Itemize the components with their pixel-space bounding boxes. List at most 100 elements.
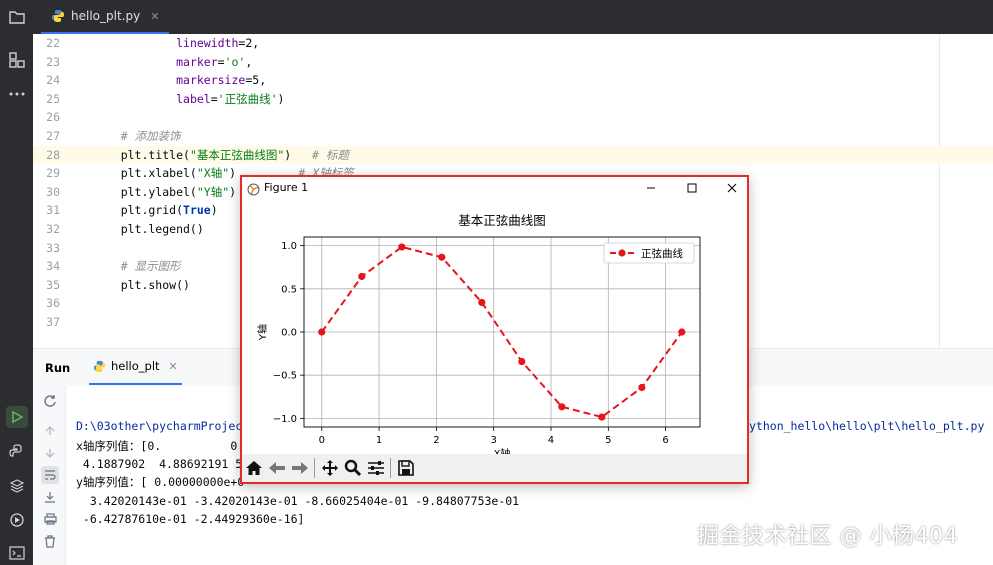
line-number: 33: [46, 240, 60, 255]
data-point: [678, 328, 686, 336]
editor-tab-hello-plt[interactable]: hello_plt.py ✕: [41, 0, 170, 34]
editor-tab-strip: hello_plt.py ✕: [33, 0, 993, 34]
watermark: 掘金技术社区 @ 小杨404: [697, 524, 958, 549]
toolbar-separator: [390, 458, 391, 478]
data-point: [438, 253, 446, 261]
legend-label: 正弦曲线: [641, 247, 683, 260]
chart-title: 基本正弦曲线图: [458, 213, 546, 228]
pan-icon[interactable]: [318, 456, 341, 480]
x-tick-label: 2: [433, 435, 439, 446]
minimize-button[interactable]: [637, 178, 665, 198]
console-line: y轴序列值：[ 0.00000000e+0: [76, 475, 245, 489]
close-icon[interactable]: ✕: [169, 360, 178, 373]
code-line: 23 marker='o',: [33, 53, 993, 71]
code-text: plt.title("基本正弦曲线图") # 标题: [93, 147, 349, 162]
code-line: 24 markersize=5,: [33, 71, 993, 89]
code-text: plt.grid(True): [93, 203, 218, 218]
code-text: plt.legend(): [93, 222, 204, 236]
data-point: [598, 413, 606, 421]
trash-icon[interactable]: [41, 532, 59, 550]
figure-title: Figure 1: [264, 181, 309, 194]
sine-chart: 0 1 2 3 4 5 6 1.0 0.5 0.0 −0.5 −1.0 基本正弦曲线图 X轴 Y轴 正弦曲线: [256, 213, 701, 460]
scroll-up-icon[interactable]: [41, 422, 59, 440]
layers-icon[interactable]: [7, 476, 27, 496]
y-tick-label: −0.5: [273, 371, 297, 382]
code-line: 26: [33, 108, 993, 126]
console-line: 4.1887902 4.88692191 5: [76, 457, 243, 471]
data-point: [478, 298, 486, 307]
structure-icon[interactable]: [7, 50, 27, 70]
zoom-icon[interactable]: [341, 456, 364, 480]
x-tick-label: 3: [491, 435, 497, 446]
home-icon[interactable]: [242, 456, 265, 480]
figure-window[interactable]: Figure 1 0 1 2 3 4 5 6 1.0 0.5 0.0 −0.5 −1.0 基本正弦曲线图…: [240, 175, 749, 484]
close-window-button[interactable]: [718, 178, 746, 198]
data-point: [358, 272, 366, 281]
line-number: 31: [46, 203, 60, 218]
x-tick-label: 5: [605, 435, 611, 446]
run-tool-icon[interactable]: [6, 406, 28, 428]
code-text: marker='o',: [176, 54, 253, 69]
console-line: -6.42787610e-01 -2.44929360e-16]: [76, 512, 305, 526]
line-number: 32: [46, 222, 60, 236]
line-number: 26: [46, 110, 60, 125]
toolbar-separator: [314, 458, 315, 478]
close-icon[interactable]: ✕: [150, 10, 159, 23]
line-number: 29: [46, 166, 60, 181]
x-axis-label: X轴: [494, 447, 511, 454]
line-number: 24: [46, 73, 60, 88]
y-tick-label: 0.0: [281, 328, 297, 339]
data-point: [398, 243, 406, 251]
console-line: 3.42020143e-01 -3.42020143e-01 -8.660254…: [76, 494, 520, 508]
code-line: 22 linewidth=2,: [33, 34, 993, 52]
line-number: 22: [46, 36, 60, 50]
soft-wrap-icon[interactable]: [41, 466, 59, 484]
forward-icon[interactable]: [288, 456, 311, 480]
terminal-icon[interactable]: [7, 543, 27, 563]
matplotlib-logo-icon: [247, 181, 260, 196]
y-axis-label: Y轴: [256, 324, 269, 341]
x-tick-label: 4: [548, 435, 554, 446]
data-point: [558, 403, 566, 411]
code-text: # 显示图形: [120, 259, 181, 274]
services-icon[interactable]: [7, 510, 27, 530]
run-tab-hello-plt[interactable]: hello_plt ✕: [89, 349, 182, 385]
print-icon[interactable]: [41, 510, 59, 528]
line-number: 23: [46, 54, 60, 69]
maximize-button[interactable]: [678, 178, 706, 198]
back-icon[interactable]: [265, 456, 288, 480]
configure-icon[interactable]: [364, 456, 387, 480]
figure-titlebar[interactable]: Figure 1: [242, 177, 747, 199]
rerun-icon[interactable]: [41, 392, 59, 410]
run-panel-toolbar: [33, 386, 66, 565]
line-number: 30: [46, 184, 60, 199]
scroll-down-icon[interactable]: [41, 444, 59, 462]
folder-icon[interactable]: [7, 7, 27, 27]
figure-canvas[interactable]: 0 1 2 3 4 5 6 1.0 0.5 0.0 −0.5 −1.0 基本正弦曲线图 X轴 Y轴 正弦曲线: [242, 199, 747, 460]
code-text: plt.ylabel("Y轴"): [93, 184, 237, 199]
run-panel-title: Run: [45, 361, 71, 375]
line-number: 37: [46, 315, 60, 329]
console-path-start: D:\03other\pycharmProjec: [76, 419, 243, 433]
x-tick-label: 0: [319, 435, 325, 446]
code-text: plt.show(): [93, 277, 190, 292]
code-text: markersize=5,: [176, 73, 267, 88]
line-number: 27: [46, 129, 60, 143]
code-line: 25 label='正弦曲线'): [33, 90, 993, 108]
x-tick-label: 6: [662, 435, 668, 446]
run-tab-label: hello_plt: [111, 359, 160, 373]
code-text: linewidth=2,: [176, 36, 260, 50]
y-tick-label: 0.5: [281, 284, 297, 295]
data-point: [318, 328, 326, 336]
save-icon[interactable]: [394, 456, 417, 480]
code-line: 28 plt.title("基本正弦曲线图") # 标题: [33, 145, 993, 164]
code-text: label='正弦曲线'): [176, 91, 285, 106]
python-console-icon[interactable]: [7, 442, 27, 462]
editor-tab-label: hello_plt.py: [71, 9, 141, 23]
python-file-icon: [52, 10, 64, 22]
y-tick-label: −1.0: [273, 414, 297, 425]
code-line: 27 # 添加装饰: [33, 127, 993, 145]
more-icon[interactable]: [7, 84, 27, 104]
scroll-to-end-icon[interactable]: [41, 488, 59, 506]
python-file-icon: [93, 360, 106, 372]
